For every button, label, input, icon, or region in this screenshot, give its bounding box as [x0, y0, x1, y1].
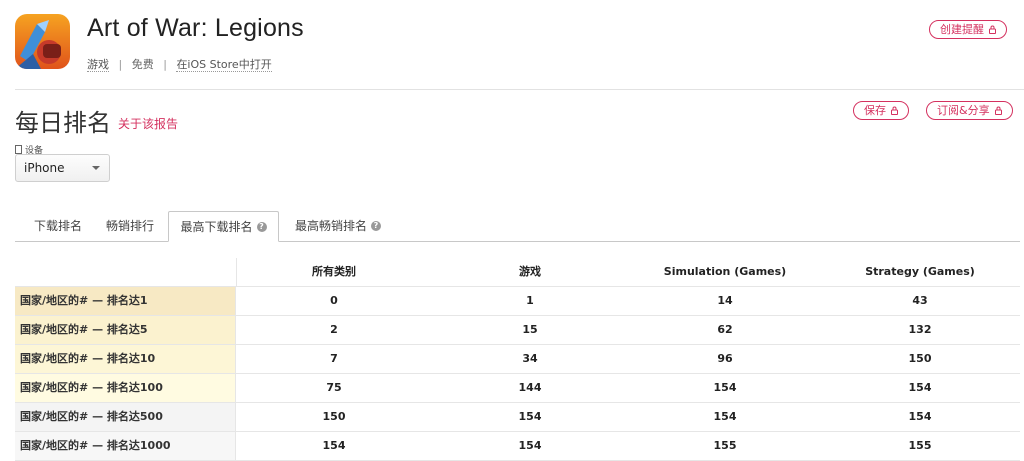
row-label: 国家/地区的# — 排名达100: [15, 374, 236, 402]
row-label: 国家/地区的# — 排名达1000: [15, 432, 236, 460]
device-select[interactable]: iPhone: [15, 154, 110, 182]
table-cell: 14: [717, 294, 733, 307]
table-cell: 154: [322, 439, 346, 452]
save-button[interactable]: 保存: [853, 101, 909, 120]
create-alert-button[interactable]: 创建提醒: [929, 20, 1007, 39]
column-header: Strategy (Games): [865, 265, 975, 278]
tab-downloads[interactable]: 下载排名: [23, 211, 93, 241]
table-cell: 154: [908, 381, 932, 394]
save-label: 保存: [864, 104, 886, 117]
column-header: 游戏: [519, 265, 541, 278]
table-cell: 154: [713, 381, 737, 394]
table-cell: 154: [908, 410, 932, 423]
phone-icon: [15, 145, 22, 154]
tab-label: 最高下载排名: [180, 219, 253, 234]
row-label: 国家/地区的# — 排名达500: [15, 403, 236, 431]
table-cell: 7: [330, 352, 338, 365]
app-title: Art of War: Legions: [87, 14, 304, 42]
column-divider: [236, 258, 237, 286]
table-cell: 43: [912, 294, 928, 307]
tab-label: 畅销排行: [105, 219, 154, 233]
table-cell: 132: [908, 323, 932, 336]
device-selected-value: iPhone: [24, 161, 65, 175]
table-row: 国家/地区的# — 排名达1 0 1 14 43: [15, 287, 1020, 316]
table-row: 国家/地区的# — 排名达500 150 154 154 154: [15, 403, 1020, 432]
table-cell: 1: [526, 294, 534, 307]
tab-top-downloads[interactable]: 最高下载排名 ?: [168, 211, 279, 242]
separator: |: [118, 58, 123, 71]
table-cell: 150: [322, 410, 346, 423]
column-header: Simulation (Games): [663, 265, 787, 278]
table-row: 国家/地区的# — 排名达1000 154 154 155 155: [15, 432, 1020, 461]
lock-icon: [891, 106, 898, 115]
table-cell: 75: [326, 381, 342, 394]
column-header: 所有类别: [312, 265, 356, 278]
table-cell: 154: [518, 410, 542, 423]
table-cell: 62: [717, 323, 733, 336]
table-cell: 34: [522, 352, 538, 365]
create-alert-label: 创建提醒: [940, 23, 984, 36]
subscribe-share-label: 订阅&分享: [937, 104, 990, 117]
table-row: 国家/地区的# — 排名达100 75 144 154 154: [15, 374, 1020, 403]
open-in-store-link[interactable]: 在iOS Store中打开: [176, 58, 272, 72]
lock-icon: [994, 106, 1002, 115]
table-row: 国家/地区的# — 排名达10 7 34 96 150: [15, 345, 1020, 374]
tab-label: 下载排名: [33, 219, 82, 233]
table-cell: 2: [330, 323, 338, 336]
category-link[interactable]: 游戏: [87, 58, 109, 72]
separator: |: [163, 58, 167, 71]
app-icon: [15, 14, 70, 69]
table-cell: 96: [717, 352, 733, 365]
table-cell: 144: [518, 381, 542, 394]
row-label: 国家/地区的# — 排名达10: [15, 345, 236, 373]
table-cell: 154: [713, 410, 737, 423]
about-report-link[interactable]: 关于该报告: [118, 115, 178, 132]
ranking-table: 所有类别 游戏 Simulation (Games) Strategy (Gam…: [15, 258, 1020, 461]
divider: [15, 89, 1024, 90]
tab-grossing[interactable]: 畅销排行: [95, 211, 165, 241]
lock-icon: [989, 25, 996, 34]
chevron-down-icon: [92, 166, 100, 170]
table-cell: 15: [522, 323, 538, 336]
page-title: 每日排名: [15, 109, 111, 137]
subscribe-share-button[interactable]: 订阅&分享: [926, 101, 1013, 120]
price-label: 免费: [131, 58, 154, 71]
row-label: 国家/地区的# — 排名达1: [15, 287, 236, 315]
table-cell: 155: [713, 439, 737, 452]
tab-top-grossing[interactable]: 最高畅销排名 ?: [283, 211, 393, 241]
table-cell: 150: [908, 352, 932, 365]
help-icon[interactable]: ?: [256, 221, 267, 232]
app-meta: 游戏 | 免费 | 在iOS Store中打开: [87, 56, 272, 72]
table-header: 所有类别 游戏 Simulation (Games) Strategy (Gam…: [15, 258, 1020, 287]
table-cell: 0: [330, 294, 338, 307]
ranking-tabs: 下载排名 畅销排行 最高下载排名 ? 最高畅销排名 ?: [15, 211, 1020, 242]
help-icon[interactable]: ?: [371, 221, 381, 231]
table-cell: 155: [908, 439, 932, 452]
table-cell: 154: [518, 439, 542, 452]
table-row: 国家/地区的# — 排名达5 2 15 62 132: [15, 316, 1020, 345]
tab-label: 最高畅销排名: [294, 219, 367, 233]
row-label: 国家/地区的# — 排名达5: [15, 316, 236, 344]
